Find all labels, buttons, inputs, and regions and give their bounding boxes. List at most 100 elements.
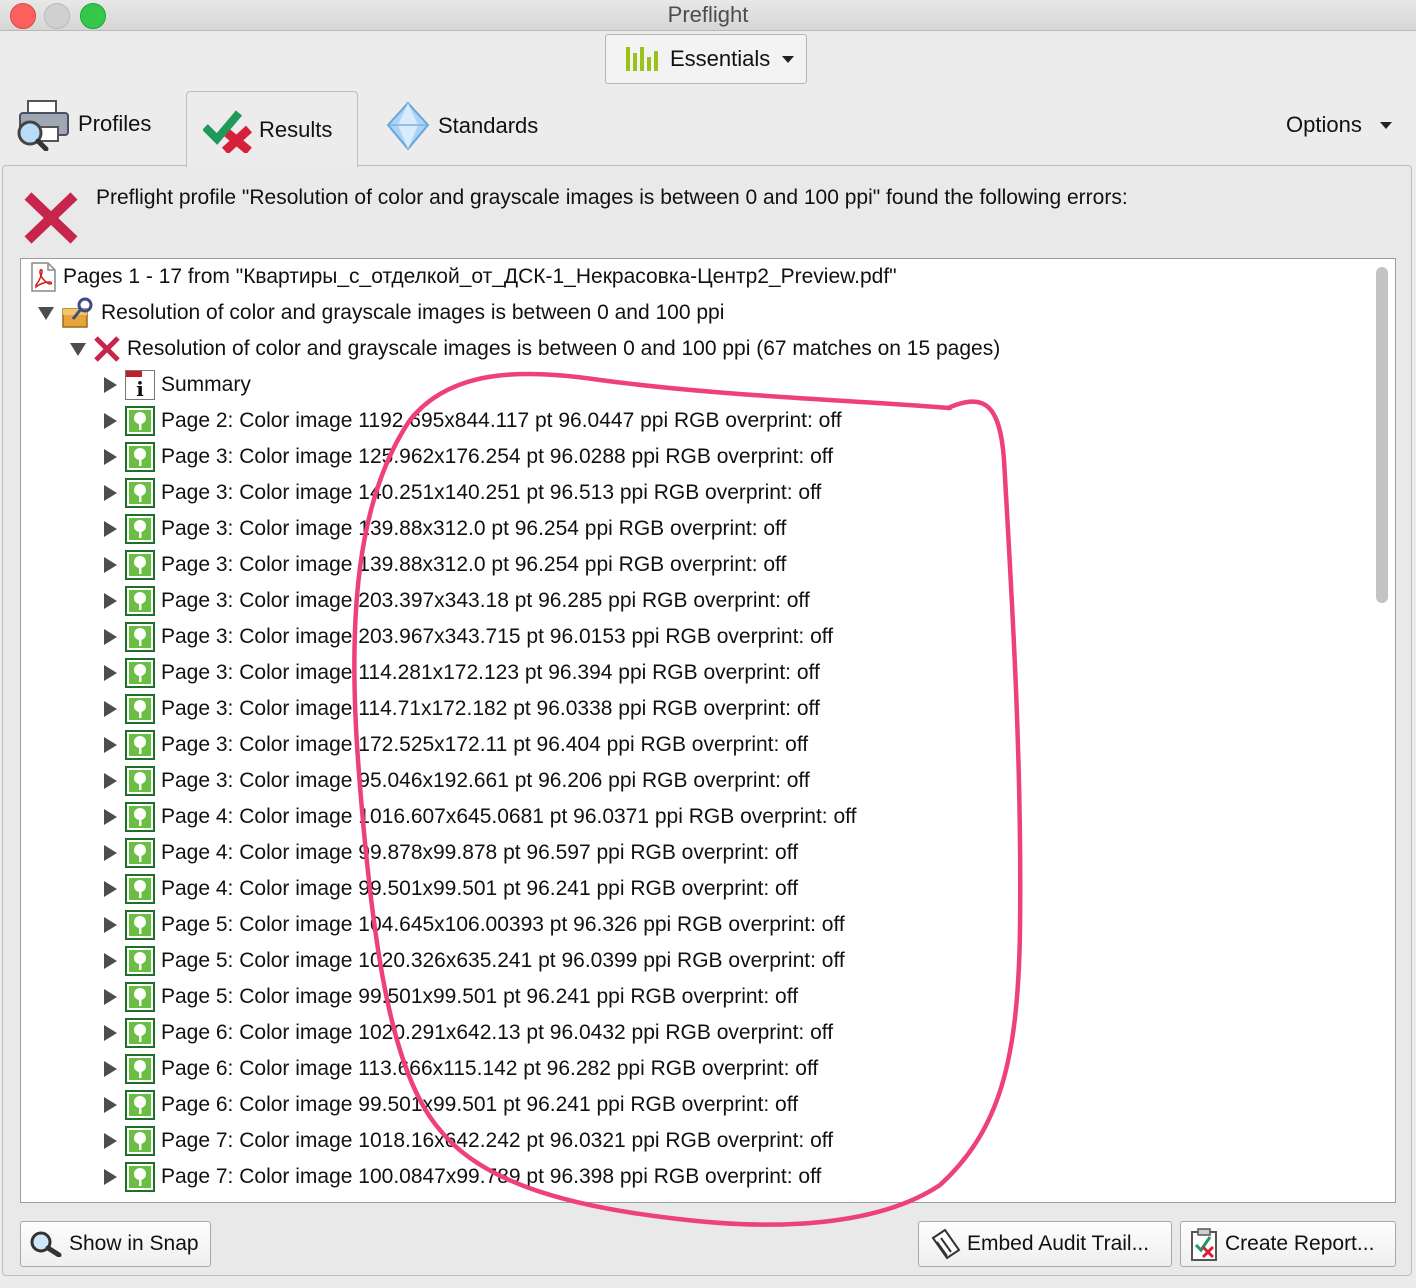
- results-tree[interactable]: Pages 1 - 17 from "Квартиры_с_отделкой_о…: [20, 258, 1396, 1203]
- disclosure-collapsed-icon[interactable]: [101, 1168, 119, 1186]
- tree-row-profile[interactable]: Resolution of color and grayscale images…: [37, 295, 724, 331]
- image-item-label: Page 3: Color image 172.525x172.11 pt 96…: [161, 733, 809, 756]
- disclosure-collapsed-icon[interactable]: [101, 1096, 119, 1114]
- disclosure-collapsed-icon[interactable]: [101, 1024, 119, 1042]
- show-in-snap-button[interactable]: Show in Snap: [20, 1221, 211, 1267]
- image-icon: [125, 442, 155, 472]
- tree-row-image[interactable]: Page 7: Color image 1018.16x642.242 pt 9…: [101, 1123, 833, 1159]
- title-bar: Preflight: [0, 0, 1416, 31]
- tree-row-image[interactable]: Page 3: Color image 203.397x343.18 pt 96…: [101, 583, 810, 619]
- image-item-label: Page 5: Color image 104.645x106.00393 pt…: [161, 913, 845, 936]
- tree-row-image[interactable]: Page 3: Color image 125.962x176.254 pt 9…: [101, 439, 833, 475]
- bars-icon: [626, 47, 658, 71]
- disclosure-collapsed-icon[interactable]: [101, 556, 119, 574]
- image-icon: [125, 406, 155, 436]
- disclosure-collapsed-icon[interactable]: [101, 772, 119, 790]
- disclosure-collapsed-icon[interactable]: [101, 880, 119, 898]
- tab-results-label: Results: [259, 116, 333, 142]
- tree-row-image[interactable]: Page 4: Color image 1016.607x645.0681 pt…: [101, 799, 856, 835]
- error-cross-icon: [22, 190, 80, 251]
- image-item-label: Page 3: Color image 139.88x312.0 pt 96.2…: [161, 517, 787, 540]
- tab-profiles[interactable]: Profiles: [14, 96, 151, 152]
- options-label: Options: [1286, 112, 1362, 137]
- image-icon: [125, 874, 155, 904]
- image-item-label: Page 6: Color image 99.501x99.501 pt 96.…: [161, 1093, 799, 1116]
- image-item-label: Page 3: Color image 139.88x312.0 pt 96.2…: [161, 553, 787, 576]
- tree-row-image[interactable]: Page 3: Color image 172.525x172.11 pt 96…: [101, 727, 808, 763]
- disclosure-collapsed-icon[interactable]: [101, 376, 119, 394]
- disclosure-collapsed-icon[interactable]: [101, 808, 119, 826]
- disclosure-collapsed-icon[interactable]: [101, 952, 119, 970]
- vertical-scrollbar[interactable]: [1374, 267, 1390, 1191]
- image-icon: [125, 838, 155, 868]
- disclosure-collapsed-icon[interactable]: [101, 664, 119, 682]
- disclosure-collapsed-icon[interactable]: [101, 412, 119, 430]
- image-icon: [125, 946, 155, 976]
- image-item-label: Page 6: Color image 1020.291x642.13 pt 9…: [161, 1021, 834, 1044]
- tree-row-image[interactable]: Page 3: Color image 114.281x172.123 pt 9…: [101, 655, 820, 691]
- summary-label: Summary: [161, 373, 251, 396]
- disclosure-collapsed-icon[interactable]: [101, 844, 119, 862]
- image-item-label: Page 3: Color image 95.046x192.661 pt 96…: [161, 769, 810, 792]
- tree-row-image[interactable]: Page 5: Color image 104.645x106.00393 pt…: [101, 907, 845, 943]
- image-icon: [125, 766, 155, 796]
- tree-row-image[interactable]: Page 2: Color image 1192.695x844.117 pt …: [101, 403, 842, 439]
- disclosure-collapsed-icon[interactable]: [101, 448, 119, 466]
- image-item-label: Page 3: Color image 140.251x140.251 pt 9…: [161, 481, 822, 504]
- tree-row-file[interactable]: Pages 1 - 17 from "Квартиры_с_отделкой_о…: [29, 259, 897, 295]
- disclosure-collapsed-icon[interactable]: [101, 1132, 119, 1150]
- tab-standards[interactable]: Standards: [384, 98, 538, 154]
- image-item-label: Page 3: Color image 114.281x172.123 pt 9…: [161, 661, 820, 684]
- scrollbar-thumb[interactable]: [1376, 267, 1388, 603]
- image-icon: [125, 982, 155, 1012]
- disclosure-expanded-icon[interactable]: [69, 340, 87, 358]
- disclosure-collapsed-icon[interactable]: [101, 916, 119, 934]
- tree-row-image[interactable]: Page 3: Color image 139.88x312.0 pt 96.2…: [101, 547, 786, 583]
- profile-wrench-icon: [61, 297, 95, 329]
- tree-row-image[interactable]: Page 4: Color image 99.501x99.501 pt 96.…: [101, 871, 798, 907]
- embed-audit-trail-button[interactable]: Embed Audit Trail...: [918, 1221, 1172, 1267]
- image-icon: [125, 478, 155, 508]
- create-report-button[interactable]: Create Report...: [1180, 1221, 1396, 1267]
- tree-row-summary[interactable]: i Summary: [101, 367, 251, 403]
- image-icon: [125, 1018, 155, 1048]
- image-item-label: Page 5: Color image 1020.326x635.241 pt …: [161, 949, 845, 972]
- image-item-label: Page 4: Color image 99.878x99.878 pt 96.…: [161, 841, 799, 864]
- disclosure-collapsed-icon[interactable]: [101, 520, 119, 538]
- tree-row-image[interactable]: Page 5: Color image 99.501x99.501 pt 96.…: [101, 979, 798, 1015]
- options-menu[interactable]: Options: [1286, 112, 1392, 138]
- image-icon: [125, 1054, 155, 1084]
- disclosure-collapsed-icon[interactable]: [101, 628, 119, 646]
- tree-row-image[interactable]: Page 7: Color image 100.0847x99.789 pt 9…: [101, 1159, 821, 1195]
- tree-row-image[interactable]: Page 6: Color image 1020.291x642.13 pt 9…: [101, 1015, 833, 1051]
- info-icon: i: [125, 370, 155, 401]
- image-item-label: Page 3: Color image 203.397x343.18 pt 96…: [161, 589, 810, 612]
- tree-row-image[interactable]: Page 3: Color image 203.967x343.715 pt 9…: [101, 619, 833, 655]
- workspace-label: Essentials: [670, 46, 771, 71]
- tree-row-image[interactable]: Page 3: Color image 114.71x172.182 pt 96…: [101, 691, 820, 727]
- image-icon: [125, 730, 155, 760]
- disclosure-collapsed-icon[interactable]: [101, 736, 119, 754]
- tree-row-image[interactable]: Page 4: Color image 99.878x99.878 pt 96.…: [101, 835, 798, 871]
- tree-row-image[interactable]: Page 3: Color image 139.88x312.0 pt 96.2…: [101, 511, 786, 547]
- disclosure-expanded-icon[interactable]: [37, 304, 55, 322]
- tree-row-image[interactable]: Page 6: Color image 113.666x115.142 pt 9…: [101, 1051, 818, 1087]
- tree-row-image[interactable]: Page 3: Color image 140.251x140.251 pt 9…: [101, 475, 821, 511]
- disclosure-collapsed-icon[interactable]: [101, 484, 119, 502]
- disclosure-collapsed-icon[interactable]: [101, 1060, 119, 1078]
- profile-label: Resolution of color and grayscale images…: [101, 301, 725, 324]
- disclosure-collapsed-icon[interactable]: [101, 700, 119, 718]
- create-report-label: Create Report...: [1225, 1232, 1375, 1255]
- disclosure-collapsed-icon[interactable]: [101, 988, 119, 1006]
- tab-results[interactable]: Results: [186, 91, 358, 167]
- image-item-label: Page 5: Color image 99.501x99.501 pt 96.…: [161, 985, 799, 1008]
- tree-row-image[interactable]: Page 6: Color image 99.501x99.501 pt 96.…: [101, 1087, 798, 1123]
- tree-row-check[interactable]: Resolution of color and grayscale images…: [69, 331, 1000, 367]
- image-item-label: Page 7: Color image 1018.16x642.242 pt 9…: [161, 1129, 834, 1152]
- disclosure-collapsed-icon[interactable]: [101, 592, 119, 610]
- printer-magnifier-icon: [14, 97, 72, 151]
- image-icon: [125, 1162, 155, 1192]
- workspace-dropdown[interactable]: Essentials: [605, 34, 807, 84]
- tree-row-image[interactable]: Page 5: Color image 1020.326x635.241 pt …: [101, 943, 845, 979]
- tree-row-image[interactable]: Page 3: Color image 95.046x192.661 pt 96…: [101, 763, 810, 799]
